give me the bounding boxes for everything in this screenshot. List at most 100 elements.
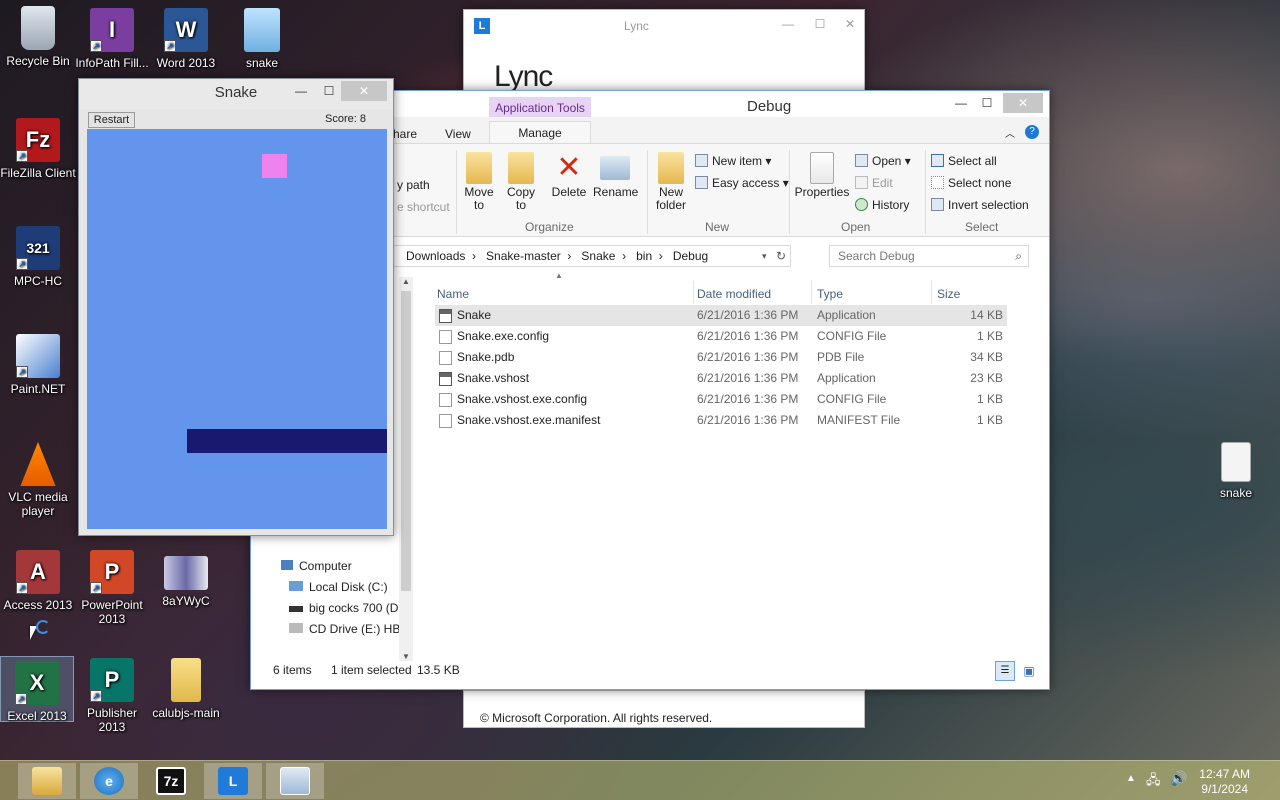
file-icon bbox=[439, 393, 452, 407]
volume-icon[interactable]: 🔊 bbox=[1170, 770, 1187, 787]
taskbar-lync[interactable]: L bbox=[204, 763, 262, 799]
nav-item-cd-drive[interactable]: CD Drive (E:) HBC bbox=[289, 619, 399, 640]
table-row[interactable]: Snake.exe.config 6/21/2016 1:36 PM CONFI… bbox=[435, 326, 1007, 347]
desktop-icon-powerpoint[interactable]: P ↗ PowerPoint 2013 bbox=[74, 550, 150, 626]
column-header-type[interactable]: Type bbox=[817, 287, 843, 301]
history-button[interactable]: History bbox=[855, 198, 909, 212]
new-item-button[interactable]: New item ▾ bbox=[695, 154, 771, 168]
search-input[interactable]: Search Debug bbox=[838, 246, 915, 266]
close-button[interactable]: ✕ bbox=[341, 81, 387, 101]
table-row[interactable]: Snake.vshost.exe.manifest 6/21/2016 1:36… bbox=[435, 410, 1007, 431]
lync-window[interactable]: L Lync — ☐ ✕ Lync bbox=[463, 9, 865, 93]
table-row[interactable]: Snake.vshost.exe.config 6/21/2016 1:36 P… bbox=[435, 389, 1007, 410]
invert-selection-button[interactable]: Invert selection bbox=[931, 198, 1029, 212]
breadcrumb-item[interactable]: Snake-master bbox=[486, 249, 561, 263]
desktop-icon-infopath[interactable]: I↗ InfoPath Fill... Tools bbox=[74, 8, 150, 68]
help-icon[interactable]: ? bbox=[1025, 125, 1039, 139]
game-field[interactable] bbox=[87, 129, 387, 529]
desktop-icon-publisher[interactable]: P ↗ Publisher 2013 bbox=[74, 658, 150, 734]
clock-date: 9/1/2024 bbox=[1201, 782, 1248, 796]
desktop-icon-folder[interactable]: calubjs-main bbox=[148, 658, 224, 720]
table-row[interactable]: Snake.vshost 6/21/2016 1:36 PM Applicati… bbox=[435, 368, 1007, 389]
desktop-icon-word[interactable]: W ↗ Word 2013 bbox=[148, 8, 224, 70]
desktop-icon-excel[interactable]: X ↗ Excel 2013 bbox=[0, 656, 74, 723]
food-pellet bbox=[262, 154, 287, 178]
desktop-icon-label: 8aYWyC bbox=[162, 594, 210, 608]
desktop-icon-snake-notepad[interactable]: snake bbox=[224, 8, 300, 70]
breadcrumb-item[interactable]: Downloads bbox=[406, 249, 465, 263]
taskbar-app[interactable] bbox=[266, 763, 324, 799]
desktop-icon-vlc[interactable]: VLC media player bbox=[0, 442, 76, 518]
maximize-button[interactable]: ☐ bbox=[315, 81, 343, 101]
taskbar-file-explorer[interactable] bbox=[18, 763, 76, 799]
table-row[interactable]: Snake.pdb 6/21/2016 1:36 PM PDB File 34 … bbox=[435, 347, 1007, 368]
desktop-icon-image[interactable]: 8aYWyC bbox=[148, 556, 224, 608]
open-button[interactable]: Open ▾ bbox=[855, 154, 911, 168]
snake-window[interactable]: Snake — ☐ ✕ Restart Score: 8 bbox=[78, 78, 394, 536]
table-row[interactable]: Snake 6/21/2016 1:36 PM Application 14 K… bbox=[435, 305, 1007, 326]
image-icon bbox=[164, 556, 208, 590]
large-icons-view-icon[interactable]: ▣ bbox=[1019, 661, 1039, 681]
maximize-button[interactable]: ☐ bbox=[806, 14, 834, 34]
move-to-button[interactable]: Move to bbox=[461, 152, 497, 212]
close-button[interactable]: ✕ bbox=[1003, 93, 1043, 113]
taskbar-7zip[interactable]: 7z bbox=[142, 763, 200, 799]
nav-item-drive-d[interactable]: big cocks 700 (D: bbox=[289, 598, 399, 619]
nav-item-local-disk[interactable]: Local Disk (C:) bbox=[289, 577, 388, 598]
invert-selection-icon bbox=[931, 198, 944, 211]
select-all-button[interactable]: Select all bbox=[931, 154, 997, 168]
breadcrumb-item[interactable]: bin bbox=[636, 249, 652, 263]
show-hidden-icons-icon[interactable]: ▲ bbox=[1126, 773, 1136, 784]
column-header-name[interactable]: Name bbox=[437, 287, 469, 301]
breadcrumb-item[interactable]: Debug bbox=[673, 249, 708, 263]
separator bbox=[925, 150, 926, 234]
taskbar-internet-explorer[interactable]: e bbox=[80, 763, 138, 799]
copy-to-button[interactable]: Copy to bbox=[503, 152, 539, 212]
properties-button[interactable]: Properties bbox=[793, 152, 851, 199]
scroll-up-icon[interactable]: ▲ bbox=[399, 277, 413, 286]
address-dropdown-icon[interactable]: ▾ bbox=[762, 246, 767, 266]
search-box[interactable]: Search Debug ⌕ bbox=[829, 245, 1029, 267]
desktop-icon-snake-file[interactable]: snake bbox=[1198, 442, 1274, 500]
column-header-date[interactable]: Date modified bbox=[697, 287, 771, 301]
column-header-size[interactable]: Size bbox=[937, 287, 960, 301]
rename-button[interactable]: Rename bbox=[593, 152, 638, 199]
desktop-icon-access[interactable]: A ↗ Access 2013 bbox=[0, 550, 76, 612]
tab-manage[interactable]: Manage bbox=[489, 121, 591, 143]
desktop-icon-mpc-hc[interactable]: 321 ↗ MPC-HC bbox=[0, 226, 76, 288]
minimize-button[interactable]: — bbox=[774, 14, 802, 34]
tab-view[interactable]: View bbox=[445, 127, 471, 141]
edit-button[interactable]: Edit bbox=[855, 176, 893, 190]
minimize-button[interactable]: — bbox=[947, 93, 975, 113]
paste-shortcut-button[interactable]: e shortcut bbox=[397, 200, 450, 214]
details-view-icon[interactable]: ☰ bbox=[995, 661, 1015, 681]
collapse-ribbon-icon[interactable]: ︿ bbox=[1005, 125, 1015, 140]
close-button[interactable]: ✕ bbox=[836, 14, 864, 34]
copy-path-button[interactable]: y path bbox=[397, 178, 430, 192]
drive-icon bbox=[289, 606, 303, 612]
desktop-icon-recycle-bin[interactable]: Recycle Bin bbox=[0, 6, 76, 68]
nav-pane-scrollbar[interactable]: ▲ ▼ bbox=[399, 277, 413, 661]
new-folder-button[interactable]: New folder bbox=[651, 152, 691, 212]
minimize-button[interactable]: — bbox=[287, 81, 315, 101]
desktop-icon-label: FileZilla Client bbox=[0, 166, 76, 180]
scrollbar-thumb[interactable] bbox=[401, 291, 411, 591]
select-none-button[interactable]: Select none bbox=[931, 176, 1011, 190]
restart-button[interactable]: Restart bbox=[88, 112, 135, 128]
tab-share[interactable]: hare bbox=[393, 127, 417, 141]
clock[interactable]: 12:47 AM 9/1/2024 bbox=[1199, 767, 1250, 797]
scroll-down-icon[interactable]: ▼ bbox=[399, 652, 413, 661]
computer-icon bbox=[281, 560, 293, 570]
easy-access-button[interactable]: Easy access ▾ bbox=[695, 176, 789, 190]
nav-item-computer[interactable]: Computer bbox=[281, 556, 352, 577]
desktop-icon-filezilla[interactable]: Fz ↗ FileZilla Client bbox=[0, 118, 76, 180]
breadcrumb-item[interactable]: Snake bbox=[581, 249, 615, 263]
desktop-icon-paintnet[interactable]: ↗ Paint.NET bbox=[0, 334, 76, 396]
file-size: 1 KB bbox=[976, 392, 1003, 406]
refresh-icon[interactable]: ↻ bbox=[776, 246, 786, 266]
network-icon[interactable]: 🖧 bbox=[1146, 771, 1161, 793]
delete-button[interactable]: ✕ Delete bbox=[549, 152, 589, 199]
address-bar[interactable]: Downloads › Snake-master › Snake › bin ›… bbox=[391, 245, 791, 267]
group-organize-label: Organize bbox=[525, 220, 574, 234]
maximize-button[interactable]: ☐ bbox=[973, 93, 1001, 113]
